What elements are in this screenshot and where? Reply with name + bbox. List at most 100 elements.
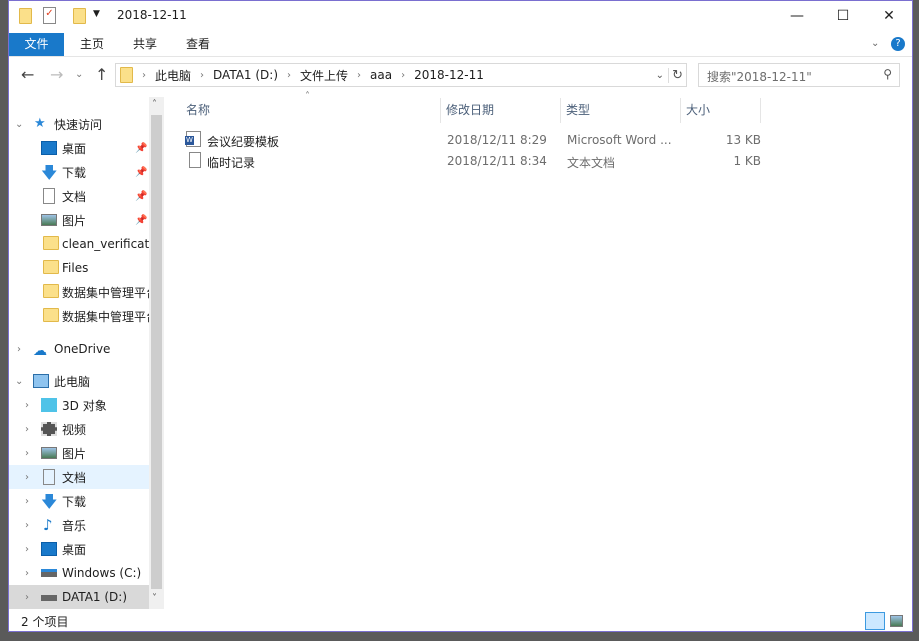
nav-item-videos[interactable]: › 视频	[9, 417, 149, 441]
tab-file[interactable]: 文件	[9, 33, 64, 56]
file-modified: 2018/12/11 8:34	[447, 154, 547, 168]
search-icon[interactable]: ⚲	[883, 67, 892, 81]
nav-item-3d-objects[interactable]: › 3D 对象	[9, 393, 149, 417]
nav-item-desktop[interactable]: 桌面 📌	[9, 136, 149, 160]
address-dropdown-chevron-icon[interactable]: ⌄	[656, 70, 664, 81]
chevron-right-icon[interactable]: ›	[401, 70, 405, 81]
expand-ribbon-chevron-icon[interactable]: ⌄	[871, 38, 879, 49]
nav-label: 3D 对象	[62, 398, 107, 413]
file-row[interactable]: 临时记录 2018/12/11 8:34 文本文档 1 KB	[172, 151, 772, 171]
pictures-icon	[41, 447, 57, 459]
chevron-right-icon[interactable]: ›	[25, 424, 29, 435]
up-arrow-icon[interactable]: ↑	[95, 65, 108, 84]
pin-icon[interactable]: 📌	[135, 143, 147, 154]
chevron-right-icon[interactable]: ›	[25, 496, 29, 507]
breadcrumb-item[interactable]: 文件上传	[300, 67, 348, 84]
maximize-button[interactable]: ☐	[820, 1, 866, 31]
nav-label: 视频	[62, 422, 87, 437]
nav-label: 文档	[62, 470, 87, 485]
nav-item-folder[interactable]: clean_verificatio	[9, 232, 149, 256]
search-placeholder: 搜索"2018-12-11"	[707, 70, 812, 84]
customize-toolbar-chevron-icon[interactable]: ▼	[93, 9, 100, 19]
column-divider[interactable]	[680, 98, 681, 123]
large-icons-view-button[interactable]	[890, 615, 903, 627]
nav-onedrive[interactable]: › ☁ OneDrive	[9, 337, 149, 361]
pin-icon[interactable]: 📌	[135, 215, 147, 226]
properties-icon[interactable]: ✓	[43, 7, 56, 24]
chevron-right-icon[interactable]: ›	[25, 400, 29, 411]
chevron-down-icon[interactable]: ⌄	[15, 376, 23, 387]
help-button[interactable]: ?	[891, 37, 905, 51]
column-header-name[interactable]: 名称	[186, 98, 210, 123]
tab-share[interactable]: 共享	[119, 33, 171, 56]
chevron-right-icon[interactable]: ›	[25, 592, 29, 603]
column-divider[interactable]	[560, 98, 561, 123]
nav-item-desktop[interactable]: › 桌面	[9, 537, 149, 561]
nav-quick-access[interactable]: ⌄ ★ 快速访问	[9, 112, 149, 136]
chevron-right-icon[interactable]: ›	[142, 70, 146, 81]
nav-item-folder[interactable]: 数据集中管理平台	[9, 280, 149, 304]
desktop-icon	[41, 542, 57, 556]
scroll-up-icon[interactable]: ˄	[152, 99, 157, 110]
nav-item-pictures[interactable]: 图片 📌	[9, 208, 149, 232]
file-name: 临时记录	[207, 156, 256, 170]
breadcrumb-item[interactable]: 2018-12-11	[414, 68, 484, 82]
chevron-right-icon[interactable]: ›	[25, 568, 29, 579]
nav-scrollbar-thumb[interactable]	[151, 115, 162, 589]
chevron-right-icon[interactable]: ›	[25, 544, 29, 555]
nav-this-pc[interactable]: ⌄ 此电脑	[9, 369, 149, 393]
forward-arrow-icon[interactable]: →	[50, 65, 63, 84]
close-button[interactable]: ✕	[866, 1, 912, 31]
pin-icon[interactable]: 📌	[135, 167, 147, 178]
file-name: 会议纪要模板	[207, 135, 280, 149]
nav-item-folder[interactable]: Files	[9, 256, 149, 280]
chevron-down-icon[interactable]: ⌄	[15, 119, 23, 130]
nav-item-music[interactable]: › ♪ 音乐	[9, 513, 149, 537]
chevron-right-icon[interactable]: ›	[25, 472, 29, 483]
address-bar[interactable]: › 此电脑 › DATA1 (D:) › 文件上传 › aaa › 2018-1…	[115, 63, 687, 87]
minimize-button[interactable]: —	[774, 1, 820, 31]
chevron-right-icon[interactable]: ›	[25, 520, 29, 531]
nav-label: Files	[62, 261, 89, 275]
chevron-right-icon[interactable]: ›	[17, 344, 21, 355]
video-icon	[41, 422, 57, 436]
search-input[interactable]: 搜索"2018-12-11" ⚲	[698, 63, 900, 87]
nav-item-documents[interactable]: › 文档	[9, 465, 149, 489]
nav-item-downloads[interactable]: › 🡇 下载	[9, 489, 149, 513]
file-type: Microsoft Word ...	[567, 133, 672, 147]
folder-icon[interactable]	[19, 8, 32, 24]
nav-item-pictures[interactable]: › 图片	[9, 441, 149, 465]
column-header-type[interactable]: 类型	[566, 98, 590, 123]
chevron-right-icon[interactable]: ›	[200, 70, 204, 81]
details-view-button[interactable]	[865, 612, 885, 630]
column-header-modified[interactable]: 修改日期	[446, 98, 494, 123]
nav-item-drive-d[interactable]: › DATA1 (D:)	[9, 585, 149, 609]
tab-home[interactable]: 主页	[66, 33, 118, 56]
column-header-size[interactable]: 大小	[686, 98, 710, 123]
scroll-down-icon[interactable]: ˅	[152, 593, 157, 604]
back-arrow-icon[interactable]: ←	[21, 65, 34, 84]
column-divider[interactable]	[440, 98, 441, 123]
chevron-right-icon[interactable]: ›	[25, 448, 29, 459]
nav-item-folder[interactable]: 数据集中管理平台	[9, 304, 149, 328]
cube-icon	[41, 398, 57, 412]
nav-item-drive-c[interactable]: › Windows (C:)	[9, 561, 149, 585]
pin-icon[interactable]: 📌	[135, 191, 147, 202]
nav-item-downloads[interactable]: 🡇 下载 📌	[9, 160, 149, 184]
tab-view[interactable]: 查看	[172, 33, 224, 56]
document-icon	[43, 469, 55, 485]
file-row[interactable]: W 会议纪要模板 2018/12/11 8:29 Microsoft Word …	[172, 130, 772, 150]
new-folder-icon[interactable]	[73, 8, 86, 24]
breadcrumb-item[interactable]: DATA1 (D:)	[213, 68, 278, 82]
nav-item-documents[interactable]: 文档 📌	[9, 184, 149, 208]
chevron-right-icon[interactable]: ›	[287, 70, 291, 81]
column-divider[interactable]	[760, 98, 761, 123]
folder-icon	[120, 67, 133, 83]
refresh-icon[interactable]: ↻	[668, 67, 683, 83]
breadcrumb-item[interactable]: 此电脑	[155, 67, 191, 84]
folder-icon	[43, 236, 59, 250]
chevron-right-icon[interactable]: ›	[357, 70, 361, 81]
file-explorer-window: ✓ ▼ 2018-12-11 — ☐ ✕ 文件 主页 共享 查看 ⌄ ? ← →…	[8, 0, 913, 632]
breadcrumb-item[interactable]: aaa	[370, 68, 392, 82]
recent-locations-chevron-icon[interactable]: ⌄	[75, 69, 83, 80]
